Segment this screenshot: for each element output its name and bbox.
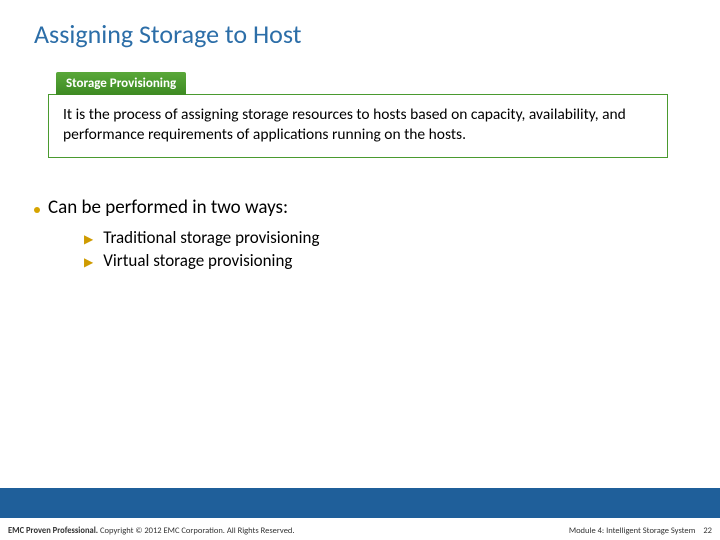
bullet-level2: ▶ Virtual storage provisioning <box>84 250 674 271</box>
footer-module: Module 4: Intelligent Storage System <box>569 526 696 536</box>
bullet-dot-icon <box>34 207 40 213</box>
definition-tab: Storage Provisioning <box>56 72 186 95</box>
footer-page: 22 <box>703 526 712 536</box>
footer-right: Module 4: Intelligent Storage System 22 <box>569 526 712 536</box>
arrow-icon: ▶ <box>84 232 93 247</box>
footer-brand: EMC Proven Professional. <box>8 526 98 536</box>
footer-left: EMC Proven Professional. Copyright © 201… <box>8 526 295 536</box>
footer-copyright: Copyright © 2012 EMC Corporation. All Ri… <box>98 526 294 536</box>
footer: EMC Proven Professional. Copyright © 201… <box>8 526 712 536</box>
slide: Assigning Storage to Host Storage Provis… <box>0 0 720 540</box>
definition-text: It is the process of assigning storage r… <box>63 105 653 145</box>
slide-title: Assigning Storage to Host <box>34 18 301 50</box>
definition-box: It is the process of assigning storage r… <box>48 94 668 158</box>
bullet-level2: ▶ Traditional storage provisioning <box>84 227 674 248</box>
arrow-icon: ▶ <box>84 255 93 270</box>
subbullet-text: Virtual storage provisioning <box>103 250 292 271</box>
definition-block: Storage Provisioning It is the process o… <box>48 72 668 158</box>
bullet-level1: Can be performed in two ways: <box>34 196 674 219</box>
bullet-list: Can be performed in two ways: ▶ Traditio… <box>34 196 674 271</box>
footer-band <box>0 488 720 518</box>
subbullet-text: Traditional storage provisioning <box>103 227 319 248</box>
bullet-text: Can be performed in two ways: <box>48 196 288 219</box>
